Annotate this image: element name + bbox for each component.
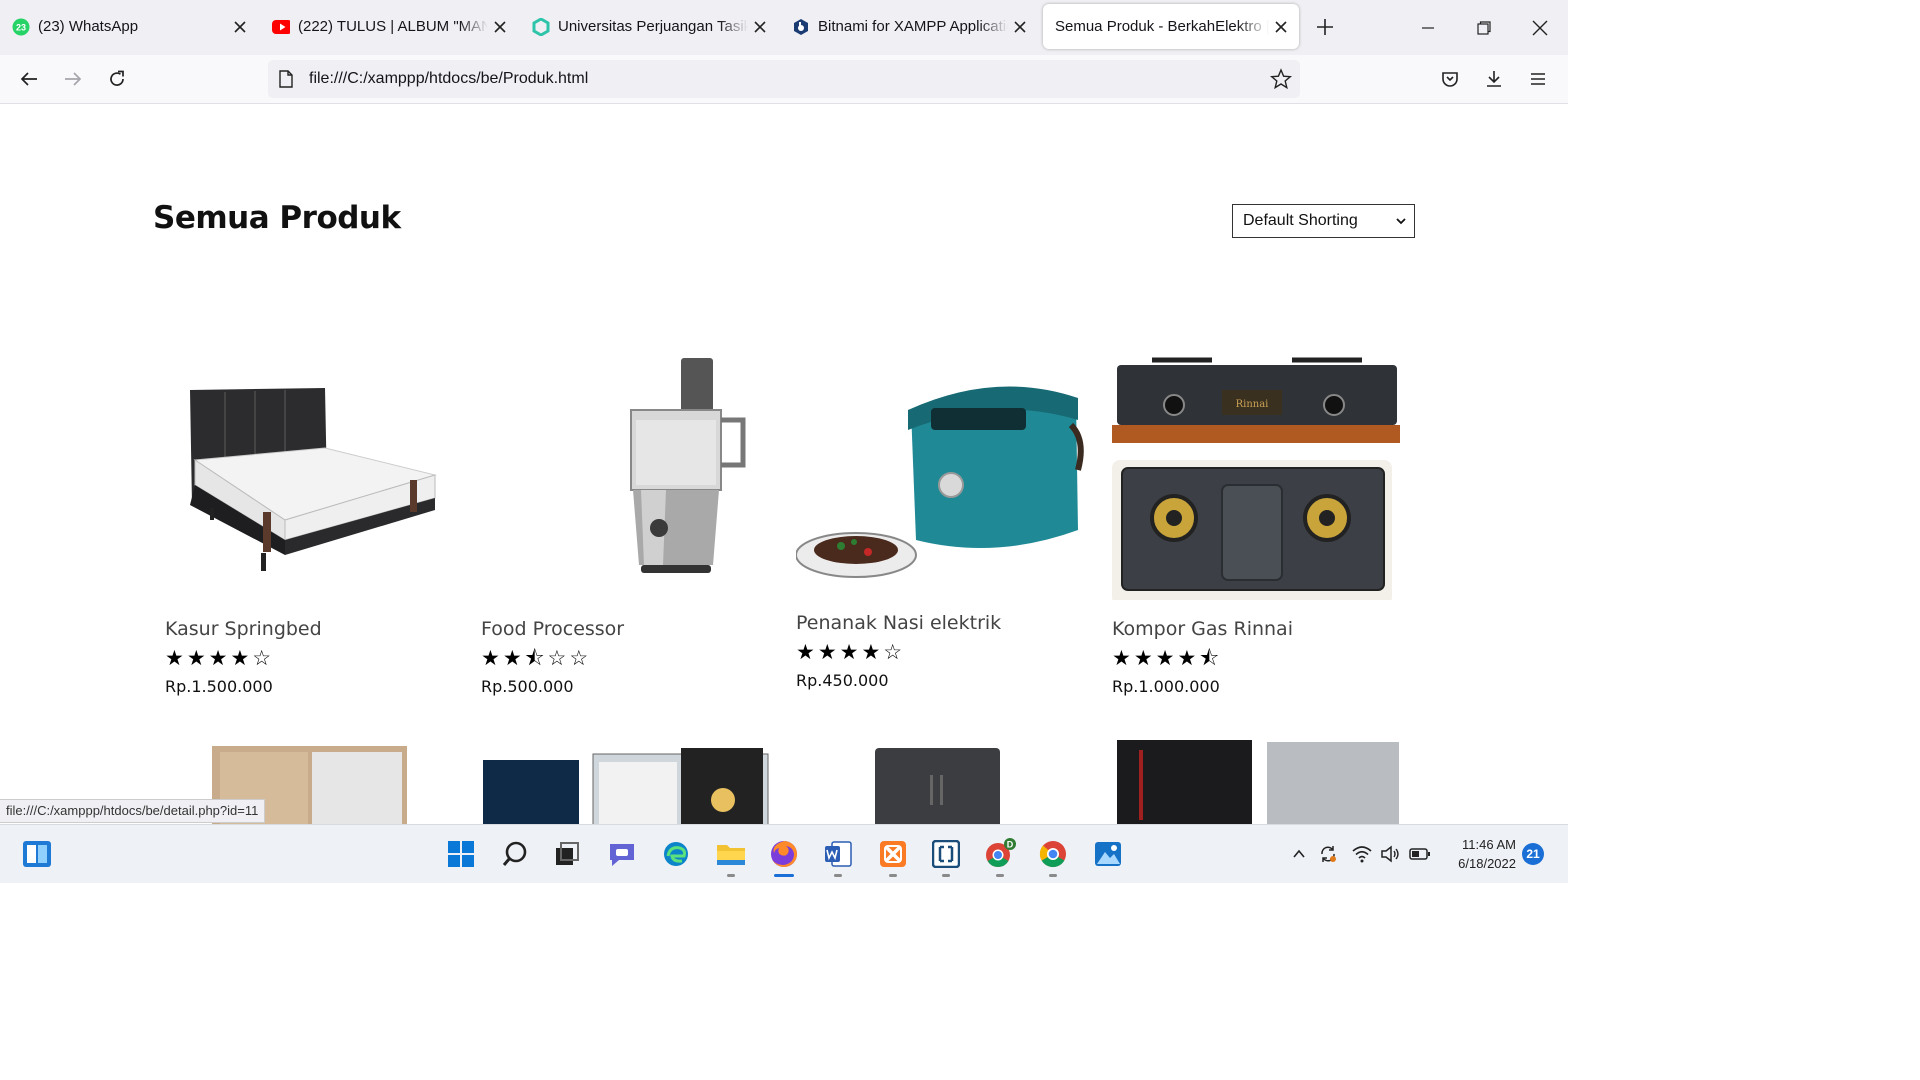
sort-selected-value: Default Shorting — [1243, 212, 1358, 229]
product-name[interactable]: Food Processor — [481, 618, 624, 640]
chevron-down-icon — [1394, 214, 1408, 233]
active-app-indicator — [774, 874, 794, 877]
status-link-preview: file:///C:/xamppp/htdocs/be/detail.php?i… — [0, 799, 266, 823]
downloads-icon[interactable] — [1480, 65, 1508, 93]
taskbar: D 11:46 AM 6/18/2022 21 — [0, 824, 1568, 883]
running-indicator — [834, 874, 842, 877]
search-icon[interactable] — [499, 838, 531, 870]
new-tab-button[interactable] — [1314, 16, 1336, 38]
tab-whatsapp[interactable]: 23 (23) WhatsApp — [0, 4, 258, 49]
word-icon[interactable] — [822, 838, 854, 870]
running-indicator — [889, 874, 897, 877]
forward-button[interactable] — [59, 65, 87, 93]
pocket-icon[interactable] — [1436, 65, 1464, 93]
product-image-refrigerator-glass[interactable] — [483, 740, 773, 824]
url-text[interactable]: file:///C:/xamppp/htdocs/be/Produk.html — [309, 70, 588, 88]
product-price: Rp.1.000.000 — [1112, 677, 1220, 696]
rating-stars: ★★★★☆ — [796, 641, 906, 664]
rating-stars: ★★⯪☆☆ — [481, 647, 592, 670]
close-tab-icon[interactable] — [492, 19, 508, 35]
sandbox-app-icon[interactable] — [930, 838, 962, 870]
close-tab-icon[interactable] — [1012, 19, 1028, 35]
product-image-food-processor[interactable] — [481, 340, 771, 600]
menu-icon[interactable] — [1524, 65, 1552, 93]
edge-icon[interactable] — [660, 838, 692, 870]
close-tab-icon[interactable] — [232, 19, 248, 35]
notification-badge[interactable]: 21 — [1522, 843, 1544, 865]
product-name[interactable]: Kompor Gas Rinnai — [1112, 618, 1293, 640]
reload-button[interactable] — [103, 65, 131, 93]
product-name[interactable]: Penanak Nasi elektrik — [796, 612, 1001, 634]
navigation-bar: file:///C:/xamppp/htdocs/be/Produk.html — [0, 55, 1568, 104]
xampp-icon[interactable] — [877, 838, 909, 870]
youtube-icon — [272, 18, 290, 36]
system-clock[interactable]: 11:46 AM 6/18/2022 — [1440, 835, 1516, 873]
whatsapp-icon: 23 — [12, 18, 30, 36]
clock-time: 11:46 AM — [1462, 837, 1516, 852]
photos-icon[interactable] — [1092, 838, 1124, 870]
tab-title: Bitnami for XAMPP Applications — [818, 18, 1008, 35]
widgets-icon[interactable] — [21, 838, 53, 870]
close-tab-icon[interactable] — [1273, 19, 1289, 35]
tab-title: Semua Produk - BerkahElektro | E — [1055, 18, 1269, 35]
address-bar[interactable]: file:///C:/xamppp/htdocs/be/Produk.html — [268, 60, 1300, 98]
start-icon[interactable] — [445, 838, 477, 870]
bookmark-star-icon[interactable] — [1269, 68, 1293, 95]
svg-text:23: 23 — [16, 22, 26, 32]
hexagon-logo-icon — [532, 17, 550, 36]
running-indicator — [727, 874, 735, 877]
product-price: Rp.500.000 — [481, 677, 574, 696]
file-explorer-icon[interactable] — [715, 838, 747, 870]
chevron-up-icon[interactable] — [1288, 843, 1310, 865]
clock-date: 6/18/2022 — [1458, 856, 1516, 871]
tab-semua-produk[interactable]: Semua Produk - BerkahElektro | E — [1043, 4, 1299, 49]
product-price: Rp.1.500.000 — [165, 677, 273, 696]
stove-brand-label: Rinnai — [1236, 399, 1269, 410]
sort-select[interactable]: Default Shorting — [1232, 204, 1415, 238]
close-window-button[interactable] — [1526, 14, 1554, 42]
firefox-icon[interactable] — [768, 838, 800, 870]
tab-universitas[interactable]: Universitas Perjuangan Tasikmalaya — [520, 4, 778, 49]
page-icon — [278, 70, 294, 93]
wifi-icon[interactable] — [1351, 843, 1373, 865]
back-button[interactable] — [15, 65, 43, 93]
volume-icon[interactable] — [1379, 843, 1401, 865]
close-tab-icon[interactable] — [752, 19, 768, 35]
tab-strip: 23 (23) WhatsApp (222) TULUS | ALBUM "MA… — [0, 0, 1568, 55]
page-title: Semua Produk — [153, 200, 401, 236]
chrome-profile-icon[interactable]: D — [984, 838, 1016, 870]
product-image-mini-fridges[interactable] — [1117, 740, 1402, 824]
tab-youtube[interactable]: (222) TULUS | ALBUM "MANUSIA" — [260, 4, 518, 49]
tab-title: Universitas Perjuangan Tasikmalaya — [558, 18, 748, 35]
running-indicator — [1049, 874, 1057, 877]
bitnami-icon — [792, 18, 810, 36]
product-image-gas-stove[interactable]: Rinnai — [1112, 340, 1402, 600]
product-image-refrigerator-dark[interactable] — [875, 740, 1005, 824]
product-name[interactable]: Kasur Springbed — [165, 618, 322, 640]
minimize-button[interactable] — [1414, 14, 1442, 42]
chrome-icon[interactable] — [1037, 838, 1069, 870]
running-indicator — [996, 874, 1004, 877]
teams-chat-icon[interactable] — [606, 838, 638, 870]
product-price: Rp.450.000 — [796, 671, 889, 690]
restore-button[interactable] — [1470, 14, 1498, 42]
rating-stars: ★★★★⯪ — [1112, 647, 1223, 670]
sync-icon[interactable] — [1317, 843, 1339, 865]
tab-title: (23) WhatsApp — [38, 18, 139, 35]
product-image-rice-cooker[interactable] — [796, 340, 1086, 600]
rating-stars: ★★★★☆ — [165, 647, 275, 670]
tab-bitnami[interactable]: Bitnami for XAMPP Applications — [780, 4, 1038, 49]
svg-text:D: D — [1007, 840, 1014, 850]
tab-title: (222) TULUS | ALBUM "MANUSIA" — [298, 18, 488, 35]
battery-icon[interactable] — [1409, 843, 1431, 865]
product-image-bed[interactable] — [165, 340, 455, 600]
running-indicator — [942, 874, 950, 877]
task-view-icon[interactable] — [551, 838, 583, 870]
